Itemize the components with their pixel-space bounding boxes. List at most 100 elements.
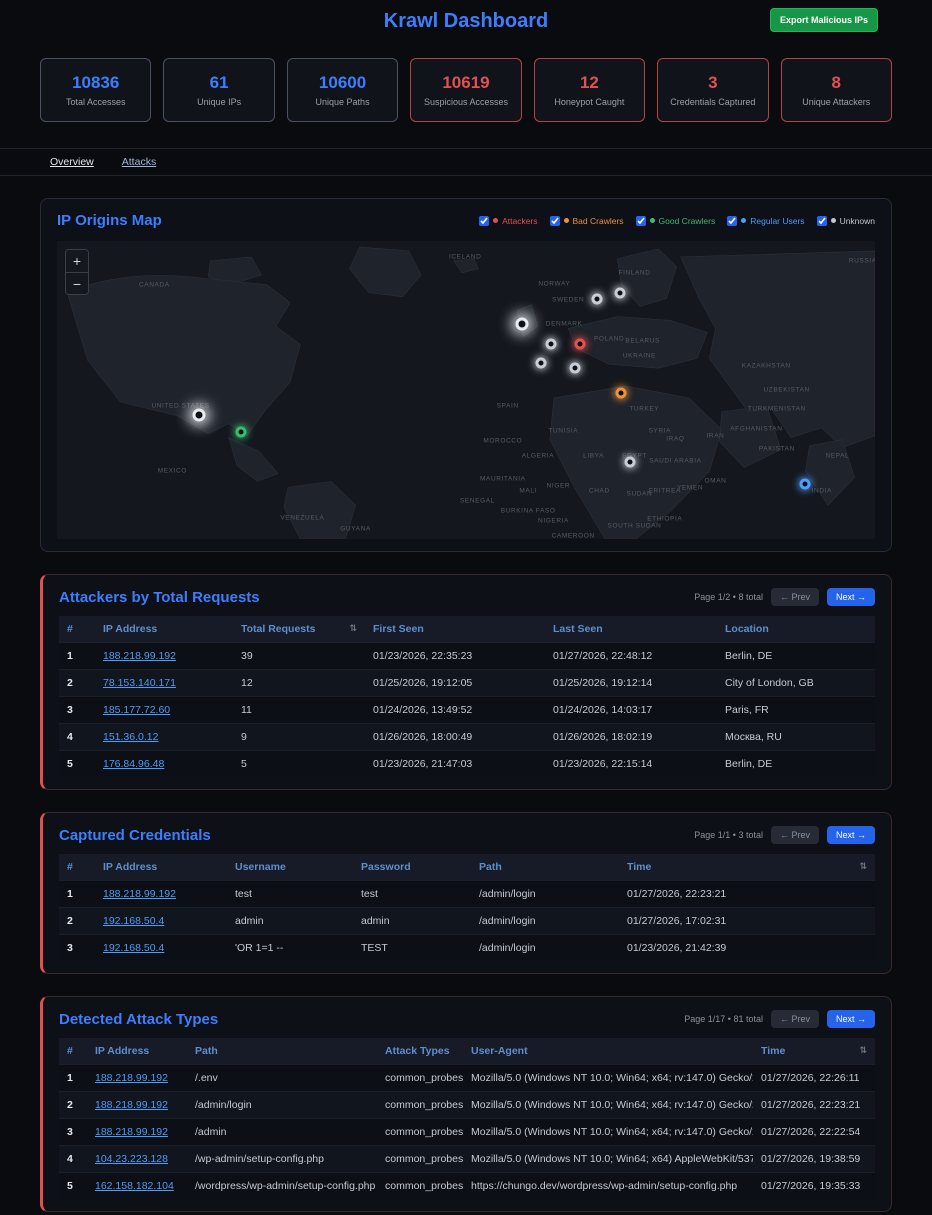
column-header[interactable]: Time ⇅ <box>753 1038 875 1065</box>
sort-icon[interactable]: ⇅ <box>859 861 867 872</box>
map-marker-unknown[interactable] <box>536 358 547 369</box>
column-header[interactable]: Path <box>187 1038 377 1065</box>
ip-address-link[interactable]: 185.177.72.60 <box>103 704 170 716</box>
map-marker-regular-user[interactable] <box>799 478 810 489</box>
ip-address-link[interactable]: 188.218.99.192 <box>103 650 176 662</box>
map-marker-unknown[interactable] <box>624 456 635 467</box>
ip-address-link[interactable]: 188.218.99.192 <box>95 1099 168 1111</box>
sort-icon[interactable]: ⇅ <box>349 623 357 634</box>
world-map-tiles <box>57 241 875 539</box>
attack-types-pager: Page 1/17 • 81 total ← Prev Next → <box>684 1010 875 1028</box>
table-cell: 1 <box>59 1065 87 1092</box>
ip-address-link[interactable]: 188.218.99.192 <box>95 1072 168 1084</box>
column-header-label: # <box>67 623 73 635</box>
column-header[interactable]: # <box>59 616 95 643</box>
ip-address-link[interactable]: 151.36.0.12 <box>103 731 158 743</box>
table-row: 5176.84.96.48501/23/2026, 21:47:0301/23/… <box>59 751 875 778</box>
column-header[interactable]: # <box>59 854 95 881</box>
map-marker-unknown[interactable] <box>515 318 528 331</box>
credentials-next-button[interactable]: Next → <box>827 826 875 844</box>
attackers-prev-button[interactable]: ← Prev <box>771 588 819 606</box>
ip-address-cell: 188.218.99.192 <box>95 643 233 670</box>
map-marker-unknown[interactable] <box>614 288 625 299</box>
legend-item-bad-crawlers[interactable]: Bad Crawlers <box>550 216 624 226</box>
stat-label: Credentials Captured <box>670 97 755 107</box>
column-header[interactable]: Location <box>717 616 875 643</box>
column-header[interactable]: IP Address <box>95 616 233 643</box>
ip-address-link[interactable]: 188.218.99.192 <box>95 1126 168 1138</box>
ip-address-cell: 188.218.99.192 <box>87 1119 187 1146</box>
export-malicious-ips-button[interactable]: Export Malicious IPs <box>770 8 878 32</box>
attackers-next-button[interactable]: Next → <box>827 588 875 606</box>
legend-item-good-crawlers[interactable]: Good Crawlers <box>636 216 716 226</box>
legend-checkbox[interactable] <box>479 216 489 226</box>
column-header-label: User-Agent <box>471 1045 528 1057</box>
ip-address-link[interactable]: 192.168.50.4 <box>103 915 164 927</box>
column-header[interactable]: Last Seen <box>545 616 717 643</box>
legend-item-attackers[interactable]: Attackers <box>479 216 537 226</box>
legend-label: Bad Crawlers <box>573 216 624 226</box>
column-header-label: Password <box>361 861 411 873</box>
ip-address-link[interactable]: 162.158.182.104 <box>95 1180 174 1192</box>
legend-item-unknown[interactable]: Unknown <box>817 216 875 226</box>
column-header[interactable]: Password <box>353 854 471 881</box>
column-header[interactable]: User-Agent <box>463 1038 753 1065</box>
legend-checkbox[interactable] <box>727 216 737 226</box>
attack-types-next-button[interactable]: Next → <box>827 1010 875 1028</box>
map-marker-attacker[interactable] <box>574 338 585 349</box>
world-map[interactable]: + − CANADAICELANDNORWAYSWEDENFINLANDRUSS… <box>57 241 875 539</box>
table-cell: 11 <box>233 697 365 724</box>
table-cell: admin <box>227 908 353 935</box>
table-cell: /.env <box>187 1065 377 1092</box>
column-header-label: Time <box>761 1045 785 1057</box>
legend-dot-icon <box>650 218 655 223</box>
map-marker-unknown[interactable] <box>193 409 206 422</box>
table-cell: 01/27/2026, 22:23:21 <box>619 881 875 908</box>
map-marker-unknown[interactable] <box>569 362 580 373</box>
table-cell: 5 <box>233 751 365 778</box>
table-cell: /admin <box>187 1119 377 1146</box>
tab-attacks[interactable]: Attacks <box>122 156 156 168</box>
legend-checkbox[interactable] <box>550 216 560 226</box>
table-cell: 39 <box>233 643 365 670</box>
ip-address-cell: 188.218.99.192 <box>87 1092 187 1119</box>
column-header[interactable]: First Seen <box>365 616 545 643</box>
map-marker-unknown[interactable] <box>546 338 557 349</box>
ip-address-link[interactable]: 192.168.50.4 <box>103 942 164 954</box>
legend-dot-icon <box>493 218 498 223</box>
column-header[interactable]: Username <box>227 854 353 881</box>
legend-item-regular-users[interactable]: Regular Users <box>727 216 804 226</box>
ip-address-link[interactable]: 188.218.99.192 <box>103 888 176 900</box>
table-cell: 01/24/2026, 14:03:17 <box>545 697 717 724</box>
map-marker-bad-crawler[interactable] <box>616 387 627 398</box>
column-header[interactable]: Attack Types <box>377 1038 463 1065</box>
credentials-prev-button[interactable]: ← Prev <box>771 826 819 844</box>
table-cell: 01/27/2026, 19:35:33 <box>753 1173 875 1200</box>
column-header-label: Path <box>195 1045 218 1057</box>
attackers-panel: Attackers by Total Requests Page 1/2 • 8… <box>40 574 892 790</box>
column-header[interactable]: Time⇅ <box>619 854 875 881</box>
attackers-pager: Page 1/2 • 8 total ← Prev Next → <box>694 588 875 606</box>
column-header[interactable]: # <box>59 1038 87 1065</box>
ip-address-link[interactable]: 104.23.223.128 <box>95 1153 168 1165</box>
tab-overview[interactable]: Overview <box>50 156 94 168</box>
map-marker-unknown[interactable] <box>591 294 602 305</box>
stat-value: 10836 <box>72 73 119 93</box>
column-header-label: Last Seen <box>553 623 603 635</box>
legend-dot-icon <box>741 218 746 223</box>
ip-address-cell: 192.168.50.4 <box>95 908 227 935</box>
ip-address-link[interactable]: 78.153.140.171 <box>103 677 176 689</box>
zoom-out-button[interactable]: − <box>66 272 88 294</box>
table-cell: common_probes <box>377 1065 463 1092</box>
column-header[interactable]: Path <box>471 854 619 881</box>
legend-checkbox[interactable] <box>817 216 827 226</box>
map-marker-good-crawler[interactable] <box>236 426 247 437</box>
zoom-in-button[interactable]: + <box>66 250 88 272</box>
sort-icon[interactable]: ⇅ <box>859 1045 867 1056</box>
legend-checkbox[interactable] <box>636 216 646 226</box>
ip-address-link[interactable]: 176.84.96.48 <box>103 758 164 770</box>
column-header[interactable]: IP Address <box>95 854 227 881</box>
column-header[interactable]: Total Requests⇅ <box>233 616 365 643</box>
column-header[interactable]: IP Address <box>87 1038 187 1065</box>
attack-types-prev-button[interactable]: ← Prev <box>771 1010 819 1028</box>
